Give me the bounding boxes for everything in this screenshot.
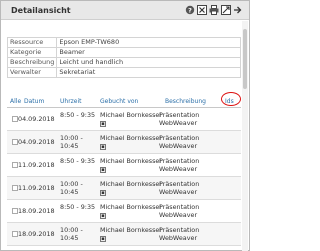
row-booked-by: Michael Bornkessel ▪	[100, 134, 162, 150]
detail-value: Sekretariat	[56, 67, 241, 78]
table-row[interactable]: 18.09.2018 8:50 - 9:35 Michael Bornkesse…	[7, 200, 241, 223]
row-time: 8:50 - 9:35	[60, 157, 96, 165]
row-description: Präsentation WebWeaver	[159, 203, 200, 219]
row-booked-by: Michael Bornkessel ▪	[100, 180, 162, 196]
title-bar: Detailansicht ?	[1, 1, 249, 20]
detail-value: Beamer	[56, 47, 241, 58]
detail-window: Detailansicht ? Ressource Epson EMP-TW68…	[0, 0, 250, 251]
row-time: 10:00 -10:45	[60, 134, 83, 150]
row-booked-by: Michael Bornkessel ▪	[100, 111, 162, 127]
row-booked-by: Michael Bornkessel ▪	[100, 157, 162, 173]
select-all-link[interactable]: Alle	[10, 98, 21, 105]
lock-icon: ▪	[100, 144, 106, 150]
scrollbar-thumb[interactable]	[243, 29, 247, 89]
row-time: 8:50 - 9:35	[60, 111, 96, 119]
column-header-time[interactable]: Uhrzeit	[60, 98, 82, 105]
row-description: Präsentation WebWeaver	[159, 134, 200, 150]
forward-icon[interactable]	[233, 5, 243, 15]
column-header-date[interactable]: Datum	[24, 98, 44, 105]
row-date: 11.09.2018	[18, 184, 55, 192]
lock-icon: ▪	[100, 236, 106, 242]
row-date: 18.09.2018	[18, 207, 55, 215]
bookings-rows: 04.09.2018 8:50 - 9:35 Michael Bornkesse…	[7, 108, 241, 246]
detail-value: Epson EMP-TW680	[56, 37, 241, 48]
row-time: 8:50 - 9:35	[60, 203, 96, 211]
detail-label: Kategorie	[6, 47, 58, 58]
detail-label: Verwalter	[6, 67, 58, 78]
row-date: 18.09.2018	[18, 230, 55, 238]
print-icon[interactable]	[209, 5, 219, 15]
row-time: 10:00 -10:45	[60, 180, 83, 196]
close-icon[interactable]	[197, 5, 207, 15]
detail-row-resource: Ressource Epson EMP-TW680	[6, 37, 241, 48]
column-header-booked-by[interactable]: Gebucht von	[100, 98, 138, 105]
row-description: Präsentation WebWeaver	[159, 180, 200, 196]
detail-row-manager: Verwalter Sekretariat	[6, 67, 241, 78]
row-description: Präsentation WebWeaver	[159, 226, 200, 242]
detail-label: Beschreibung	[6, 57, 58, 68]
detail-row-category: Kategorie Beamer	[6, 47, 241, 58]
row-booked-by: Michael Bornkessel ▪	[100, 226, 162, 242]
resource-details-table: Ressource Epson EMP-TW680 Kategorie Beam…	[6, 37, 241, 78]
svg-text:?: ?	[188, 6, 192, 14]
table-row[interactable]: 11.09.2018 8:50 - 9:35 Michael Bornkesse…	[7, 154, 241, 177]
row-description: Präsentation WebWeaver	[159, 111, 200, 127]
table-row[interactable]: 18.09.2018 10:00 -10:45 Michael Bornkess…	[7, 223, 241, 246]
lock-icon: ▪	[100, 213, 106, 219]
row-description: Präsentation WebWeaver	[159, 157, 200, 173]
lock-icon: ▪	[100, 121, 106, 127]
help-icon[interactable]: ?	[185, 5, 195, 15]
window-title: Detailansicht	[11, 6, 71, 15]
column-header-description[interactable]: Beschreibung	[165, 98, 206, 105]
detail-row-description: Beschreibung Leicht und handlich	[6, 57, 241, 68]
row-booked-by: Michael Bornkessel ▪	[100, 203, 162, 219]
detail-label: Ressource	[6, 37, 58, 48]
bookings-list: Alle Datum Uhrzeit Gebucht von Beschreib…	[7, 92, 241, 246]
table-row[interactable]: 04.09.2018 10:00 -10:45 Michael Bornkess…	[7, 131, 241, 154]
table-row[interactable]: 11.09.2018 10:00 -10:45 Michael Bornkess…	[7, 177, 241, 200]
lock-icon: ▪	[100, 167, 106, 173]
row-date: 04.09.2018	[18, 115, 55, 123]
row-time: 10:00 -10:45	[60, 226, 83, 242]
export-icon[interactable]	[221, 5, 231, 15]
row-date: 11.09.2018	[18, 161, 55, 169]
ids-highlight-circle	[221, 92, 241, 106]
scrollbar[interactable]	[242, 21, 248, 251]
table-row[interactable]: 04.09.2018 8:50 - 9:35 Michael Bornkesse…	[7, 108, 241, 131]
bookings-header: Alle Datum Uhrzeit Gebucht von Beschreib…	[7, 92, 241, 108]
row-date: 04.09.2018	[18, 138, 55, 146]
lock-icon: ▪	[100, 190, 106, 196]
detail-value: Leicht und handlich	[56, 57, 241, 68]
